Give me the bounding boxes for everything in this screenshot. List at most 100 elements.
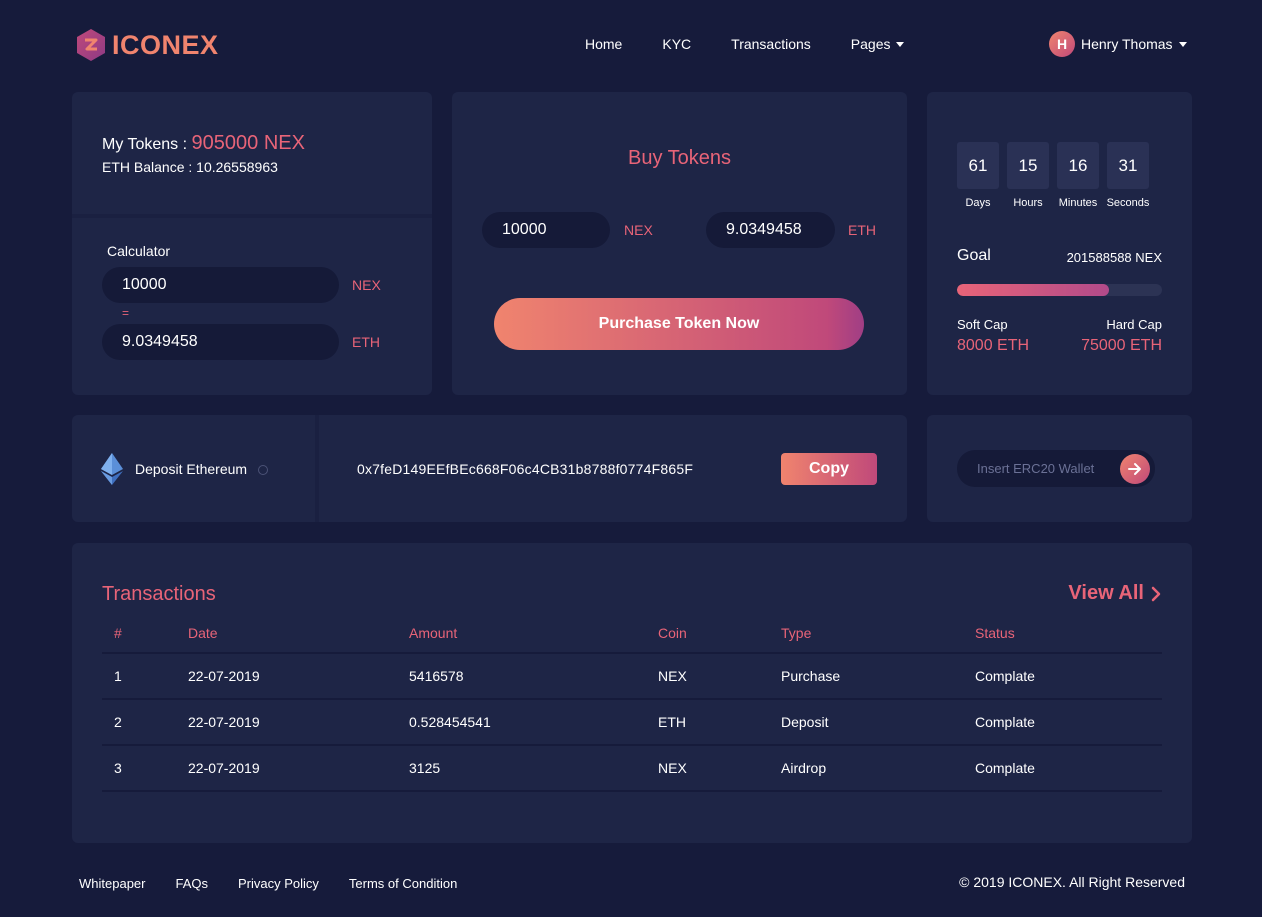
column-header-type: Type [781,613,975,654]
arrow-right-icon [1128,463,1141,475]
cell-amount: 3125 [409,745,658,792]
calculator-eth-unit: ETH [352,334,380,350]
wallet-card [927,415,1192,522]
buy-tokens-card: Buy Tokens NEX ETH Purchase Token Now [452,92,907,395]
cell-coin: NEX [658,745,781,792]
footer-link-privacy-policy[interactable]: Privacy Policy [238,876,319,891]
footer-link-whitepaper[interactable]: Whitepaper [79,876,145,891]
cell-number: 1 [102,653,188,700]
deposit-card: Deposit Ethereum 0x7feD149EEfBEc668F06c4… [72,415,907,522]
dashboard-page: ICONEX Home KYC Transactions Pages H Hen… [0,0,1262,917]
countdown-minutes-label: Minutes [1058,197,1098,209]
cell-number: 2 [102,699,188,746]
countdown-seconds-label: Seconds [1106,197,1150,209]
footer: Whitepaper FAQs Privacy Policy Terms of … [0,860,1262,917]
cell-status: Complate [975,699,1162,746]
hard-cap-value: 75000 ETH [1081,337,1162,354]
buy-tokens-title: Buy Tokens [627,147,732,169]
avatar: H [1049,31,1075,57]
calculator-nex-input[interactable] [102,267,339,303]
transactions-card: Transactions View All # Date Amount Coin… [72,543,1192,843]
my-tokens: My Tokens : 905000 NEX [102,132,305,155]
cell-status: Complate [975,653,1162,700]
countdown-days-label: Days [965,197,991,209]
footer-links: Whitepaper FAQs Privacy Policy Terms of … [79,876,487,891]
soft-cap-label: Soft Cap [957,317,1008,332]
my-tokens-value: 905000 NEX [191,132,305,154]
column-header-number: # [102,613,188,654]
deposit-label-section: Deposit Ethereum [72,415,315,522]
table-row: 3 22-07-2019 3125 NEX Airdrop Complate [102,745,1162,792]
cell-type: Purchase [781,653,975,700]
user-name: Henry Thomas [1081,36,1173,52]
cell-status: Complate [975,745,1162,792]
countdown-minutes: 16 [1057,142,1099,189]
submit-wallet-button[interactable] [1120,454,1150,484]
ethereum-icon [101,453,123,485]
goal-value: 201588588 NEX [1066,250,1162,265]
equals-sign: = [122,306,130,320]
divider [315,415,319,522]
nav-transactions[interactable]: Transactions [731,36,811,52]
brand-name: ICONEX [112,29,219,60]
chevron-down-icon [1178,41,1187,47]
calculator-nex-unit: NEX [352,277,381,293]
column-header-amount: Amount [409,613,658,654]
purchase-token-button[interactable]: Purchase Token Now [494,298,864,350]
goal-progress-bar [957,284,1162,296]
nav-kyc[interactable]: KYC [662,36,691,52]
goal-label: Goal [957,247,991,264]
main-nav: Home KYC Transactions Pages [585,36,944,52]
table-row: 2 22-07-2019 0.528454541 ETH Deposit Com… [102,699,1162,746]
cell-coin: NEX [658,653,781,700]
countdown-seconds: 31 [1107,142,1149,189]
nav-pages-label: Pages [850,36,891,52]
chevron-right-icon [1151,586,1161,601]
user-menu[interactable]: H Henry Thomas [1049,31,1187,57]
copyright: © 2019 ICONEX. All Right Reserved [959,874,1185,890]
buy-nex-input[interactable] [482,212,610,248]
view-all-link[interactable]: View All [1068,582,1162,605]
tokens-card: My Tokens : 905000 NEX ETH Balance : 10.… [72,92,432,395]
logo[interactable]: ICONEX [76,28,219,62]
iconex-logo-icon [77,29,105,61]
column-header-date: Date [188,613,409,654]
hard-cap-label: Hard Cap [1106,317,1162,332]
transactions-title: Transactions [102,583,216,605]
transactions-table: # Date Amount Coin Type Status 1 22-07-2… [102,613,1162,792]
deposit-ethereum-label: Deposit Ethereum [135,461,248,477]
footer-link-faqs[interactable]: FAQs [175,876,208,891]
table-header-row: # Date Amount Coin Type Status [102,613,1162,654]
goal-progress-fill [957,284,1109,296]
cell-type: Deposit [781,699,975,746]
countdown-hours: 15 [1007,142,1049,189]
buy-nex-unit: NEX [624,222,653,238]
cell-date: 22-07-2019 [188,653,409,700]
deposit-address: 0x7feD149EEfBEc668F06c4CB31b8788f0774F86… [357,461,694,477]
nav-home[interactable]: Home [585,36,622,52]
info-icon[interactable] [258,465,268,475]
countdown-card: 61 15 16 31 Days Hours Minutes Seconds G… [927,92,1192,395]
nav-pages[interactable]: Pages [851,36,905,52]
calculator-label: Calculator [107,243,171,259]
cell-type: Airdrop [781,745,975,792]
copy-address-button[interactable]: Copy [781,453,877,485]
token-balance-section: My Tokens : 905000 NEX ETH Balance : 10.… [72,92,432,214]
cell-date: 22-07-2019 [188,699,409,746]
view-all-label: View All [1068,582,1144,604]
my-tokens-label: My Tokens : [102,136,188,153]
divider [72,214,432,218]
countdown-days: 61 [957,142,999,189]
header: ICONEX Home KYC Transactions Pages H Hen… [0,0,1262,90]
buy-eth-input[interactable] [706,212,835,248]
footer-link-terms[interactable]: Terms of Condition [349,876,457,891]
cell-number: 3 [102,745,188,792]
cell-date: 22-07-2019 [188,745,409,792]
countdown-hours-label: Hours [1013,197,1043,209]
calculator-eth-input[interactable] [102,324,339,360]
cell-amount: 0.528454541 [409,699,658,746]
buy-eth-unit: ETH [848,222,876,238]
column-header-coin: Coin [658,613,781,654]
chevron-down-icon [896,41,905,47]
cell-coin: ETH [658,699,781,746]
